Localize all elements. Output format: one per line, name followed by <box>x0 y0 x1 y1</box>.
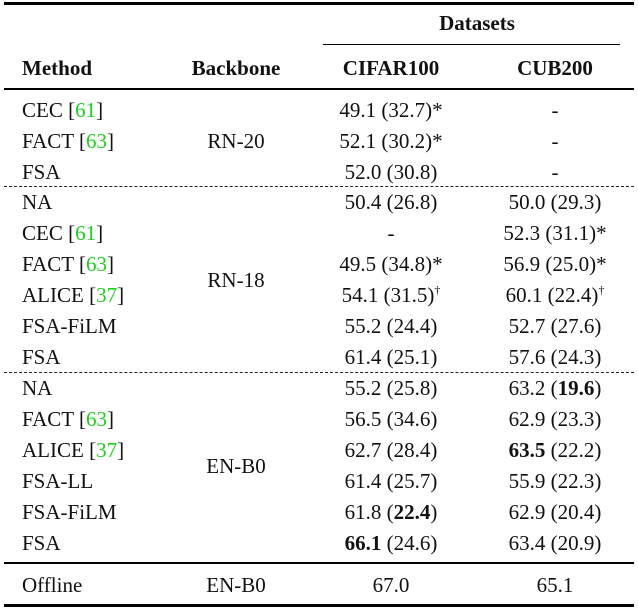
cub200-value: 60.1 (22.4)† <box>505 283 605 307</box>
cub200-value: 55.9 (22.3) <box>508 469 602 493</box>
citation-link[interactable]: 63 <box>86 407 107 431</box>
method-cell: FSA-LL <box>22 469 94 493</box>
col-header-method: Method <box>22 56 92 80</box>
bold-value: 22.4 <box>393 500 431 524</box>
cub200-value: - <box>551 98 559 122</box>
offline-cifar100: 67.0 <box>372 573 410 597</box>
offline-backbone: EN-B0 <box>206 573 266 597</box>
citation-link[interactable]: 37 <box>96 283 117 307</box>
offline-method: Offline <box>22 573 83 597</box>
bold-value: 19.6 <box>557 376 595 400</box>
method-cell: NA <box>22 376 53 400</box>
value-paren: 22.2 <box>557 438 595 462</box>
method-cell: FACT [63] <box>22 407 114 431</box>
results-table: Datasets Method Backbone CIFAR100 CUB200… <box>0 0 638 610</box>
section-divider-2 <box>4 372 634 373</box>
offline-cub200: 65.1 <box>536 573 574 597</box>
cifar100-value: - <box>387 221 395 245</box>
citation-link[interactable]: 61 <box>75 221 96 245</box>
citation-link[interactable]: 37 <box>96 438 117 462</box>
citation-link[interactable]: 61 <box>75 98 96 122</box>
method-cell: FSA-FiLM <box>22 500 117 524</box>
cifar100-value: 66.1 (24.6) <box>344 531 438 555</box>
method-cell: ALICE [37] <box>22 283 125 307</box>
cub200-value: 57.6 (24.3) <box>508 345 602 369</box>
section-divider-1 <box>4 186 634 187</box>
method-cell: FSA-FiLM <box>22 314 117 338</box>
datasets-cmidrule <box>323 44 620 46</box>
cub200-value: 52.3 (31.1)* <box>503 221 607 245</box>
dagger-mark: † <box>598 283 605 297</box>
method-cell: FACT [63] <box>22 252 114 276</box>
method-cell: CEC [61] <box>22 98 104 122</box>
cifar100-value: 55.2 (24.4) <box>344 314 438 338</box>
method-cell: ALICE [37] <box>22 438 125 462</box>
cifar100-value: 50.4 (26.8) <box>344 190 438 214</box>
cifar100-value: 61.8 (22.4) <box>344 500 438 524</box>
cub200-value: 62.9 (23.3) <box>508 407 602 431</box>
backbone-cell: RN-20 <box>207 129 265 153</box>
cifar100-value: 56.5 (34.6) <box>344 407 438 431</box>
cub200-value: 50.0 (29.3) <box>508 190 602 214</box>
citation-link[interactable]: 63 <box>86 252 107 276</box>
cub200-value: 63.5 (22.2) <box>508 438 602 462</box>
method-cell: FSA <box>22 531 61 555</box>
method-cell: FACT [63] <box>22 129 114 153</box>
bold-value: 66.1 <box>344 531 382 555</box>
method-cell: FSA <box>22 160 61 184</box>
backbone-cell: RN-18 <box>207 267 265 292</box>
header-rule <box>4 88 634 90</box>
col-header-backbone: Backbone <box>191 56 281 80</box>
bottom-rule <box>4 604 634 607</box>
backbone-cell: EN-B0 <box>206 453 266 478</box>
method-cell: FSA <box>22 345 61 369</box>
cifar100-value: 54.1 (31.5)† <box>341 283 441 307</box>
cifar100-value: 49.5 (34.8)* <box>339 252 443 276</box>
cub200-value: 56.9 (25.0)* <box>503 252 607 276</box>
cub200-value: - <box>551 129 559 153</box>
value-paren: 24.6 <box>393 531 431 555</box>
cub200-value: - <box>551 160 559 184</box>
cub200-value: 52.7 (27.6) <box>508 314 602 338</box>
cub200-value: 63.2 (19.6) <box>508 376 602 400</box>
cifar100-value: 61.4 (25.1) <box>344 345 438 369</box>
col-header-cub200: CUB200 <box>517 56 593 80</box>
cifar100-value: 61.4 (25.7) <box>344 469 438 493</box>
cub200-value: 62.9 (20.4) <box>508 500 602 524</box>
bold-value: 63.5 <box>508 438 546 462</box>
dagger-mark: † <box>434 283 441 297</box>
value-main: 63.2 <box>508 376 546 400</box>
cifar100-value: 49.1 (32.7)* <box>339 98 443 122</box>
cifar100-value: 62.7 (28.4) <box>344 438 438 462</box>
cifar100-value: 52.0 (30.8) <box>344 160 438 184</box>
col-header-cifar100: CIFAR100 <box>342 56 440 80</box>
value-main: 61.8 <box>344 500 382 524</box>
datasets-group-header: Datasets <box>439 11 515 35</box>
offline-rule <box>4 562 634 564</box>
method-cell: NA <box>22 190 53 214</box>
cifar100-value: 52.1 (30.2)* <box>339 129 443 153</box>
top-rule <box>4 2 634 5</box>
citation-link[interactable]: 63 <box>86 129 107 153</box>
cub200-value: 63.4 (20.9) <box>508 531 602 555</box>
cifar100-value: 55.2 (25.8) <box>344 376 438 400</box>
method-cell: CEC [61] <box>22 221 104 245</box>
